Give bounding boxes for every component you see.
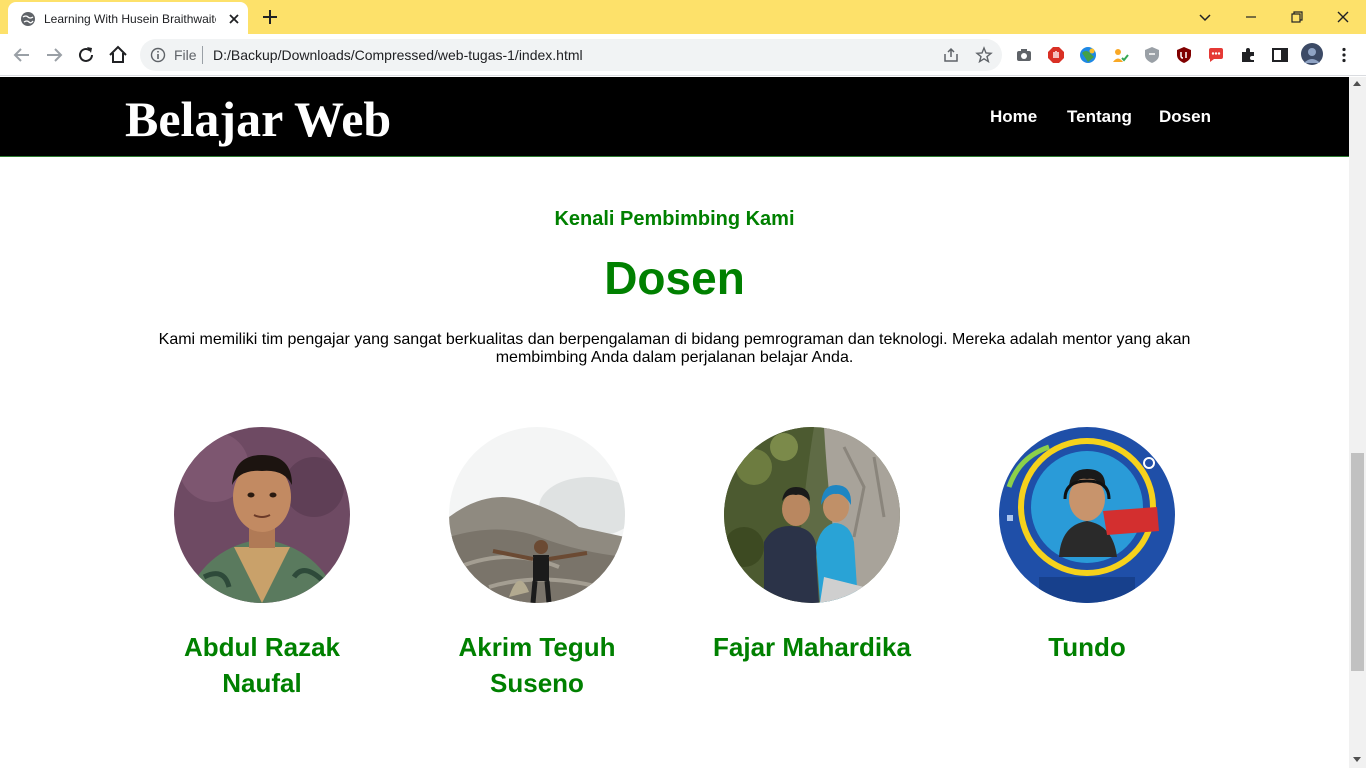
section-title: Dosen [604, 252, 745, 304]
minimize-icon[interactable] [1239, 5, 1263, 29]
browser-toolbar: File D:/Backup/Downloads/Compressed/web-… [0, 34, 1366, 76]
lecturer-card: Fajar Mahardika [692, 427, 932, 727]
scroll-down-arrow-icon[interactable] [1353, 757, 1361, 762]
section-subtitle: Kenali Pembimbing Kami [554, 208, 795, 230]
lecturer-name: Tundo [1048, 632, 1126, 662]
browser-tab[interactable]: Learning With Husein Braithwaite [8, 2, 248, 34]
lecturer-photo [724, 427, 900, 603]
reload-icon[interactable] [74, 43, 98, 67]
tab-strip: Learning With Husein Braithwaite [0, 0, 1366, 34]
lecturer-photo [449, 427, 625, 603]
globe-icon [21, 12, 35, 26]
lecturer-name: Akrim Teguh Suseno [458, 632, 616, 698]
camera-icon[interactable] [1015, 46, 1033, 64]
ublock-icon[interactable] [1175, 46, 1193, 64]
close-tab-icon[interactable] [226, 11, 242, 27]
scroll-thumb[interactable] [1351, 453, 1364, 671]
page-scrollbar[interactable] [1349, 77, 1366, 768]
url-text[interactable]: D:/Backup/Downloads/Compressed/web-tugas… [213, 47, 583, 63]
lecturer-card: Tundo [967, 427, 1207, 727]
lecturer-photo [999, 427, 1175, 603]
tab-search-chevron-icon[interactable] [1193, 5, 1217, 29]
tab-title: Learning With Husein Braithwaite [44, 12, 216, 26]
site-header: Belajar Web Home Tentang Dosen [0, 77, 1349, 157]
lecturer-photo [174, 427, 350, 603]
adblock-icon[interactable] [1047, 46, 1065, 64]
puzzle-icon[interactable] [1239, 46, 1257, 64]
address-bar[interactable]: File D:/Backup/Downloads/Compressed/web-… [140, 39, 1002, 71]
profile-avatar[interactable] [1301, 43, 1323, 65]
close-window-icon[interactable] [1331, 5, 1355, 29]
web-page: Belajar Web Home Tentang Dosen Kenali Pe… [0, 77, 1349, 768]
lecturer-name: Abdul Razak Naufal [183, 632, 341, 698]
scroll-up-arrow-icon[interactable] [1353, 81, 1361, 86]
forward-icon[interactable] [42, 43, 66, 67]
share-icon[interactable] [942, 46, 960, 64]
new-tab-icon[interactable] [260, 7, 280, 27]
home-icon[interactable] [106, 43, 130, 67]
chat-extension-icon[interactable] [1207, 46, 1225, 64]
nav-link-home[interactable]: Home [990, 107, 1037, 127]
shield-extension-icon[interactable] [1143, 46, 1161, 64]
info-icon[interactable] [150, 47, 166, 63]
restore-icon[interactable] [1285, 5, 1309, 29]
section-intro: Kami memiliki tim pengajar yang sangat b… [158, 331, 1191, 366]
nav-link-dosen[interactable]: Dosen [1159, 107, 1211, 127]
url-scheme-label: File [174, 47, 197, 63]
globe-extension-icon[interactable] [1079, 46, 1097, 64]
back-icon[interactable] [10, 43, 34, 67]
lecturer-card: Abdul Razak Naufal [142, 427, 382, 727]
url-separator [202, 46, 203, 64]
sidepanel-icon[interactable] [1271, 46, 1289, 64]
nav-link-tentang[interactable]: Tentang [1067, 107, 1132, 127]
menu-kebab-icon[interactable] [1335, 46, 1353, 64]
people-extension-icon[interactable] [1111, 46, 1129, 64]
bookmark-star-icon[interactable] [975, 46, 993, 64]
lecturer-name: Fajar Mahardika [713, 632, 911, 662]
lecturer-card: Akrim Teguh Suseno [417, 427, 657, 727]
site-brand[interactable]: Belajar Web [125, 91, 391, 147]
